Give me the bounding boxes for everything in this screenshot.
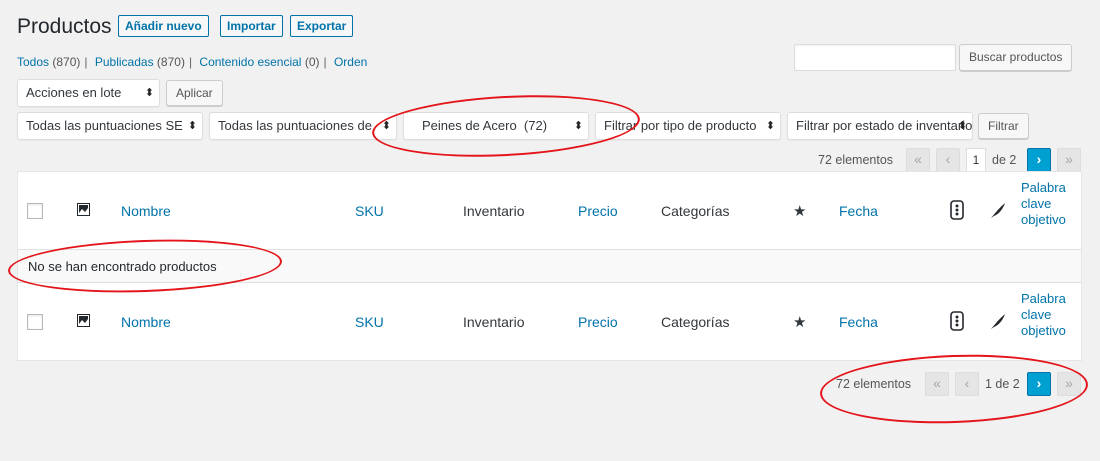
bulk-actions-value: Acciones en lote [26,85,122,100]
column-name[interactable]: Nombre [121,314,171,330]
view-cornerstone-link[interactable]: Contenido esencial [199,55,301,69]
last-page-button[interactable]: » [1057,148,1081,172]
column-price[interactable]: Precio [578,203,618,219]
next-page-button[interactable]: › [1027,148,1051,172]
column-sku[interactable]: SKU [355,314,384,330]
seo-score-value: Todas las puntuaciones SE [26,118,183,133]
readability-feather-icon [991,203,1005,218]
view-all-count: (870) [52,55,81,69]
annotation-ellipse-pagination [818,350,1090,428]
column-stock: Inventario [463,314,525,330]
readability-score-filter[interactable]: Todas las puntuaciones de ⬍ [209,112,397,140]
table-header-row: Nombre SKU Inventario Precio Categorías … [18,172,1081,250]
table-footer-row: Nombre SKU Inventario Precio Categorías … [18,282,1081,360]
seo-score-filter[interactable]: Todas las puntuaciones SE ⬍ [17,112,203,140]
focus-keyword-line1: Palabra [1021,291,1066,306]
import-button[interactable]: Importar [220,15,283,37]
column-focus-keyword[interactable]: Palabra clave objetivo [1021,180,1081,228]
focus-keyword-line3: objetivo [1021,323,1066,338]
first-page-button[interactable]: « [906,148,930,172]
focus-keyword-line2: clave [1021,196,1052,211]
view-all-link[interactable]: Todos [17,55,49,69]
focus-keyword-line1: Palabra [1021,180,1066,195]
column-price[interactable]: Precio [578,314,618,330]
column-date[interactable]: Fecha [839,203,878,219]
view-cornerstone-count: (0) [304,55,320,69]
column-name[interactable]: Nombre [121,203,171,219]
view-order-link[interactable]: Orden [334,55,367,69]
view-published-link[interactable]: Publicadas [95,55,154,69]
bulk-actions-select[interactable]: Acciones en lote ⬍ [17,79,160,107]
column-categories: Categorías [661,314,730,330]
items-count: 72 elementos [818,153,894,167]
column-stock: Inventario [463,203,525,219]
column-categories: Categorías [661,203,730,219]
readability-feather-icon [991,314,1005,329]
select-arrows-icon: ⬍ [957,120,967,132]
search-input[interactable] [794,44,956,71]
seo-score-icon [950,311,964,331]
select-arrows-icon: ⬍ [187,120,197,132]
focus-keyword-line3: objetivo [1021,212,1066,227]
prev-page-button[interactable]: ‹ [936,148,960,172]
search-products-button[interactable]: Buscar productos [959,44,1073,71]
focus-keyword-line2: clave [1021,307,1052,322]
seo-score-icon [950,200,964,220]
export-button[interactable]: Exportar [290,15,354,37]
featured-star-icon[interactable]: ★ [793,313,806,331]
select-all-checkbox[interactable] [27,203,43,219]
views-list: Todos (870) | Publicadas (870) | Contenido… [17,55,368,69]
total-pages-text: de 2 [992,153,1017,167]
image-icon [77,314,90,327]
apply-button[interactable]: Aplicar [166,80,223,106]
stock-status-filter[interactable]: Filtrar por estado de inventario ⬍ [787,112,973,140]
select-all-checkbox-footer[interactable] [27,314,43,330]
current-page-input[interactable]: 1 [966,148,986,172]
column-focus-keyword[interactable]: Palabra clave objetivo [1021,291,1081,339]
image-icon [77,203,90,216]
annotation-ellipse-category [370,89,642,163]
readability-score-value: Todas las puntuaciones de [218,118,372,133]
column-sku[interactable]: SKU [355,203,384,219]
stock-status-value: Filtrar por estado de inventario [796,118,973,133]
view-published-count: (870) [156,55,185,69]
filter-button[interactable]: Filtrar [978,113,1029,139]
select-arrows-icon: ⬍ [144,87,154,99]
select-arrows-icon: ⬍ [765,120,775,132]
column-date[interactable]: Fecha [839,314,878,330]
featured-star-icon[interactable]: ★ [793,202,806,220]
add-new-button[interactable]: Añadir nuevo [118,15,209,37]
page-title: Productos [17,15,112,38]
